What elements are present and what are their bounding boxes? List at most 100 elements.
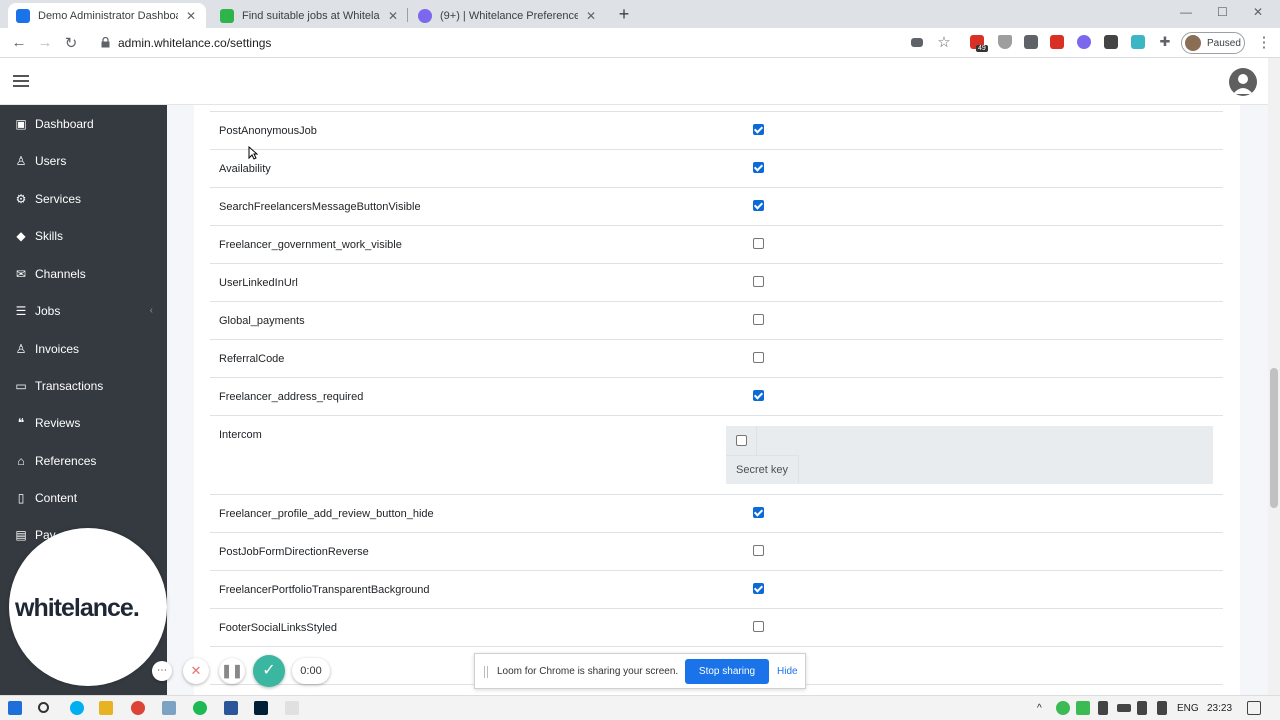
- sidebar-item-content[interactable]: ▯ Content: [0, 479, 167, 516]
- extension-s-icon[interactable]: [1104, 35, 1118, 49]
- maximize-icon[interactable]: ☐: [1217, 5, 1228, 19]
- intercom-input[interactable]: [757, 426, 1213, 455]
- loom-cancel-icon[interactable]: ✕: [183, 658, 209, 684]
- stop-sharing-button[interactable]: Stop sharing: [685, 659, 769, 684]
- sidebar-item-label: Channels: [35, 266, 86, 281]
- setting-label: PostJobFormDirectionReverse: [219, 546, 369, 558]
- close-icon[interactable]: ✕: [184, 9, 198, 23]
- graduation-cap-icon: ◆: [16, 228, 26, 243]
- tab-title: Find suitable jobs at Whitelance.: [242, 9, 380, 22]
- loom-finish-check-icon[interactable]: ✓: [253, 655, 285, 687]
- close-icon[interactable]: ✕: [584, 9, 598, 23]
- language-indicator[interactable]: ENG: [1177, 703, 1199, 714]
- setting-checkbox[interactable]: [753, 124, 764, 135]
- pdf-icon[interactable]: [1050, 35, 1064, 49]
- loom-icon[interactable]: [1131, 35, 1145, 49]
- spotify-icon[interactable]: [193, 701, 207, 715]
- chrome-icon[interactable]: [131, 701, 145, 715]
- sidebar-item-services[interactable]: ⚙ Services: [0, 180, 167, 217]
- whitelance-logo: whitelance.: [15, 594, 140, 622]
- settings-row: Freelancer_government_work_visible: [210, 225, 1223, 263]
- user-silhouette-icon: [1233, 74, 1253, 94]
- setting-checkbox[interactable]: [753, 162, 764, 173]
- setting-label: FooterSocialLinksStyled: [219, 622, 338, 634]
- tray-app-icon[interactable]: [1076, 701, 1090, 715]
- sidebar-item-jobs[interactable]: ☰ Jobs ‹: [0, 292, 167, 329]
- puzzle-icon[interactable]: ✚: [1156, 34, 1174, 50]
- chevron-up-icon[interactable]: ^: [1037, 703, 1042, 714]
- sidebar-item-users[interactable]: ♙ Users: [0, 142, 167, 179]
- sidebar-item-transactions[interactable]: ▭ Transactions: [0, 367, 167, 404]
- windows-start-icon[interactable]: [8, 701, 22, 715]
- network-icon[interactable]: [1098, 701, 1108, 715]
- slack-icon[interactable]: [285, 701, 299, 715]
- clock[interactable]: 23:23: [1207, 703, 1232, 714]
- page-scrollbar[interactable]: [1268, 58, 1280, 695]
- tab-find-jobs[interactable]: Find suitable jobs at Whitelance. ✕: [212, 3, 408, 28]
- tray-app-icon[interactable]: [1056, 701, 1070, 715]
- app-header: [0, 58, 1268, 105]
- settings-row: PostJobFormDirectionReverse: [210, 532, 1223, 570]
- setting-checkbox[interactable]: [753, 390, 764, 401]
- back-arrow-icon[interactable]: ←: [10, 34, 28, 51]
- user-avatar-icon[interactable]: [1229, 68, 1257, 96]
- search-icon[interactable]: [38, 702, 49, 713]
- wifi-icon[interactable]: [1137, 701, 1147, 715]
- screenshot-icon[interactable]: [1024, 35, 1038, 49]
- hide-button[interactable]: Hide: [777, 666, 798, 677]
- window-close-icon[interactable]: ✕: [1253, 5, 1263, 19]
- forward-arrow-icon[interactable]: →: [36, 34, 54, 51]
- settings-row: Availability: [210, 149, 1223, 187]
- sidebar-item-dashboard[interactable]: ▣ Dashboard: [0, 105, 167, 142]
- reload-icon[interactable]: ↻: [62, 34, 80, 52]
- setting-checkbox[interactable]: [753, 276, 764, 287]
- sidebar-item-invoices[interactable]: ♙ Invoices: [0, 330, 167, 367]
- settings-row: FooterSocialLinksStyled: [210, 608, 1223, 646]
- star-icon[interactable]: ☆: [935, 33, 953, 51]
- chrome-favicon-icon: [16, 8, 30, 23]
- profile-button[interactable]: Paused: [1181, 32, 1245, 54]
- sidebar-item-channels[interactable]: ✉ Channels: [0, 255, 167, 292]
- shield-icon[interactable]: [998, 35, 1012, 49]
- setting-label: Freelancer_profile_add_review_button_hid…: [219, 508, 434, 520]
- skype-icon[interactable]: [70, 701, 84, 715]
- url-text[interactable]: admin.whitelance.co/settings: [118, 36, 271, 50]
- camera-icon[interactable]: [911, 38, 923, 47]
- setting-checkbox[interactable]: [753, 352, 764, 363]
- clickup-icon[interactable]: [1077, 35, 1091, 49]
- sidebar-item-label: Users: [35, 153, 67, 168]
- tab-whitelance-preferences[interactable]: (9+) | Whitelance Preferences & ✕: [410, 3, 606, 28]
- word-icon[interactable]: [224, 701, 238, 715]
- setting-checkbox[interactable]: [753, 545, 764, 556]
- setting-checkbox[interactable]: [753, 507, 764, 518]
- volume-icon[interactable]: [1157, 701, 1167, 715]
- sidebar-item-skills[interactable]: ◆ Skills: [0, 217, 167, 254]
- setting-label: PostAnonymousJob: [219, 125, 317, 137]
- setting-checkbox[interactable]: [753, 238, 764, 249]
- profile-avatar: [1185, 35, 1201, 51]
- intercom-checkbox[interactable]: [736, 435, 747, 446]
- file-explorer-icon[interactable]: [99, 701, 113, 715]
- notifications-icon[interactable]: [1247, 701, 1261, 715]
- app-icon[interactable]: [162, 701, 176, 715]
- loom-pause-icon[interactable]: ❚❚: [219, 658, 245, 684]
- new-tab-plus-icon[interactable]: +: [614, 4, 634, 25]
- battery-icon[interactable]: [1117, 704, 1131, 712]
- setting-checkbox[interactable]: [753, 583, 764, 594]
- close-icon[interactable]: ✕: [386, 9, 400, 23]
- tab-separator: [407, 8, 408, 22]
- hamburger-menu-icon[interactable]: [13, 75, 29, 87]
- sidebar-item-reviews[interactable]: ❝ Reviews: [0, 404, 167, 441]
- setting-checkbox[interactable]: [753, 314, 764, 325]
- loom-camera-bubble[interactable]: whitelance.: [9, 528, 167, 686]
- drag-handle-icon[interactable]: [484, 666, 488, 678]
- minimize-icon[interactable]: —: [1180, 5, 1192, 19]
- tab-demo-administrator-dashboard[interactable]: Demo Administrator Dashboard ✕: [8, 3, 206, 28]
- setting-checkbox[interactable]: [753, 621, 764, 632]
- setting-checkbox[interactable]: [753, 200, 764, 211]
- loom-more-icon[interactable]: ⋯: [152, 661, 172, 681]
- photoshop-icon[interactable]: [254, 701, 268, 715]
- more-menu-icon[interactable]: ⋮: [1255, 33, 1273, 51]
- sidebar-item-references[interactable]: ⌂ References: [0, 442, 167, 479]
- scrollbar-thumb[interactable]: [1270, 368, 1278, 508]
